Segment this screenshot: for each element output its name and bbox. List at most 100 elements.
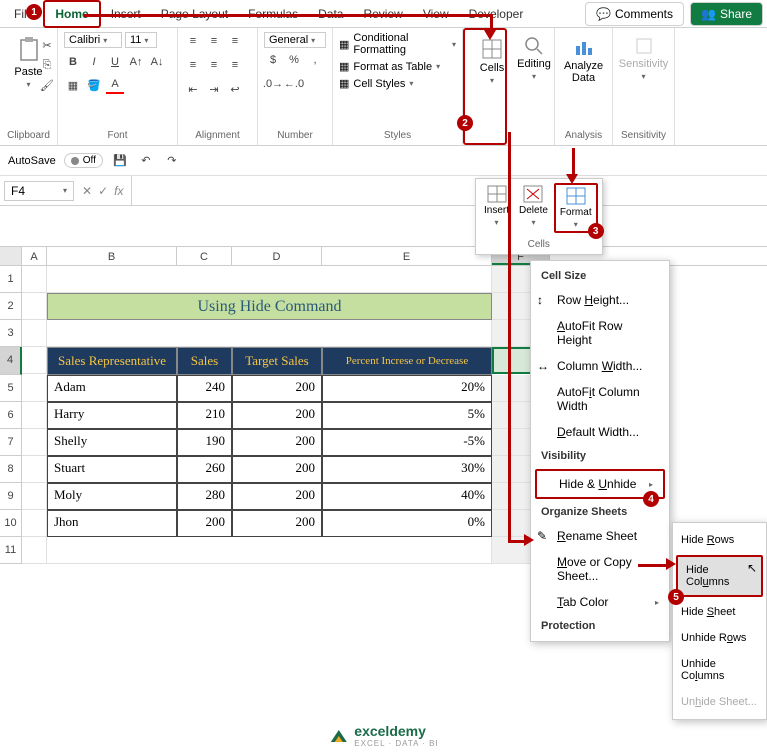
menu-rename-sheet[interactable]: ✎Rename Sheet (531, 523, 669, 549)
row-9[interactable]: 9 (0, 483, 22, 510)
wrap-text-icon[interactable]: ↩ (226, 80, 244, 98)
cell-pct[interactable]: 40% (322, 483, 492, 510)
submenu-hide-sheet[interactable]: Hide Sheet (673, 599, 766, 625)
border-button[interactable]: ▦ (64, 76, 82, 94)
align-left-icon[interactable]: ≡ (184, 56, 202, 74)
row-3[interactable]: 3 (0, 320, 22, 347)
group-cells[interactable]: 2 Cells ▾ (463, 28, 507, 145)
decrease-font-icon[interactable]: A↓ (148, 53, 166, 71)
cell-pct[interactable]: 5% (322, 402, 492, 429)
analyze-button[interactable]: Analyze Data (561, 32, 606, 88)
row-2[interactable]: 2 (0, 293, 22, 320)
col-C[interactable]: C (177, 247, 232, 265)
italic-button[interactable]: I (85, 53, 103, 71)
underline-button[interactable]: U (106, 53, 124, 71)
row-10[interactable]: 10 (0, 510, 22, 537)
cell-sales[interactable]: 210 (177, 402, 232, 429)
col-B[interactable]: B (47, 247, 177, 265)
cell-sales[interactable]: 260 (177, 456, 232, 483)
fx-icon[interactable]: fx (114, 184, 123, 198)
align-top-icon[interactable]: ≡ (184, 32, 202, 50)
submenu-hide-rows[interactable]: Hide Rows (673, 527, 766, 553)
col-A[interactable]: A (22, 247, 47, 265)
cell-sales[interactable]: 280 (177, 483, 232, 510)
cell-pct[interactable]: 20% (322, 375, 492, 402)
submenu-hide-columns[interactable]: Hide Columns ↖ 5 (676, 555, 763, 597)
cell-pct[interactable]: 30% (322, 456, 492, 483)
number-format-combo[interactable]: General▾ (264, 32, 326, 48)
cell-target[interactable]: 200 (232, 483, 322, 510)
cell-name[interactable]: Moly (47, 483, 177, 510)
align-right-icon[interactable]: ≡ (226, 56, 244, 74)
undo-icon[interactable]: ↶ (137, 152, 155, 170)
cell-pct[interactable]: 0% (322, 510, 492, 537)
cell-sales[interactable]: 190 (177, 429, 232, 456)
cell-target[interactable]: 200 (232, 429, 322, 456)
dec-decimal-icon[interactable]: ←.0 (285, 75, 303, 93)
save-icon[interactable]: 💾 (111, 152, 129, 170)
copy-icon[interactable]: ⎘ (38, 56, 56, 74)
cell-name[interactable]: Stuart (47, 456, 177, 483)
cell-target[interactable]: 200 (232, 402, 322, 429)
currency-icon[interactable]: $ (264, 51, 282, 69)
cell-styles-button[interactable]: ▦Cell Styles▾ (339, 77, 456, 90)
align-center-icon[interactable]: ≡ (205, 56, 223, 74)
enter-formula-icon[interactable]: ✓ (98, 184, 108, 198)
cell-target[interactable]: 200 (232, 375, 322, 402)
cell-name[interactable]: Adam (47, 375, 177, 402)
menu-tab-color[interactable]: Tab Color▸ (531, 589, 669, 615)
format-cells-button[interactable]: 3 Format▾ (554, 183, 598, 233)
indent-inc-icon[interactable]: ⇥ (205, 80, 223, 98)
indent-dec-icon[interactable]: ⇤ (184, 80, 202, 98)
row-5[interactable]: 5 (0, 375, 22, 402)
align-bot-icon[interactable]: ≡ (226, 32, 244, 50)
cancel-formula-icon[interactable]: ✕ (82, 184, 92, 198)
sensitivity-button[interactable]: Sensitivity ▾ (619, 32, 668, 85)
cell-target[interactable]: 200 (232, 456, 322, 483)
submenu-unhide-rows[interactable]: Unhide Rows (673, 625, 766, 651)
comma-icon[interactable]: , (306, 51, 324, 69)
redo-icon[interactable]: ↷ (163, 152, 181, 170)
align-mid-icon[interactable]: ≡ (205, 32, 223, 50)
cells-button[interactable]: Cells ▾ (471, 34, 513, 89)
row-11[interactable]: 11 (0, 537, 22, 564)
font-color-button[interactable]: A (106, 76, 124, 94)
font-name-combo[interactable]: Calibri▾ (64, 32, 122, 48)
menu-autofit-row[interactable]: AutoFit Row Height (531, 313, 669, 353)
cut-icon[interactable]: ✂ (38, 36, 56, 54)
formula-bar[interactable] (131, 176, 767, 205)
autosave-toggle[interactable]: Off (64, 153, 103, 168)
menu-autofit-col[interactable]: AutoFit Column Width (531, 379, 669, 419)
cell-target[interactable]: 200 (232, 510, 322, 537)
cell-sales[interactable]: 240 (177, 375, 232, 402)
format-table-button[interactable]: ▦Format as Table▾ (339, 60, 456, 73)
format-painter-icon[interactable]: 🖌 (38, 76, 56, 94)
name-box[interactable]: F4▾ (4, 181, 74, 201)
menu-col-width[interactable]: ↔Column Width... (531, 353, 669, 379)
inc-decimal-icon[interactable]: .0→ (264, 75, 282, 93)
cell-pct[interactable]: -5% (322, 429, 492, 456)
select-all-corner[interactable] (0, 247, 22, 265)
cell-name[interactable]: Shelly (47, 429, 177, 456)
col-D[interactable]: D (232, 247, 322, 265)
editing-button[interactable]: Editing ▾ (513, 32, 555, 85)
row-8[interactable]: 8 (0, 456, 22, 483)
cell-sales[interactable]: 200 (177, 510, 232, 537)
row-6[interactable]: 6 (0, 402, 22, 429)
fill-color-button[interactable]: 🪣 (85, 76, 103, 94)
percent-icon[interactable]: % (285, 51, 303, 69)
share-button[interactable]: 👥Share (690, 2, 763, 26)
row-1[interactable]: 1 (0, 266, 22, 293)
cond-format-button[interactable]: ▦Conditional Formatting▾ (339, 32, 456, 56)
cell-name[interactable]: Jhon (47, 510, 177, 537)
menu-move-copy[interactable]: Move or Copy Sheet... (531, 549, 669, 589)
col-E[interactable]: E (322, 247, 492, 265)
row-7[interactable]: 7 (0, 429, 22, 456)
bold-button[interactable]: B (64, 53, 82, 71)
menu-hide-unhide[interactable]: Hide & Unhide▸ 4 (535, 469, 665, 499)
cell-name[interactable]: Harry (47, 402, 177, 429)
row-4[interactable]: 4 (0, 347, 22, 375)
menu-default-width[interactable]: Default Width... (531, 419, 669, 445)
increase-font-icon[interactable]: A↑ (127, 53, 145, 71)
comments-button[interactable]: 💬Comments (585, 2, 684, 26)
